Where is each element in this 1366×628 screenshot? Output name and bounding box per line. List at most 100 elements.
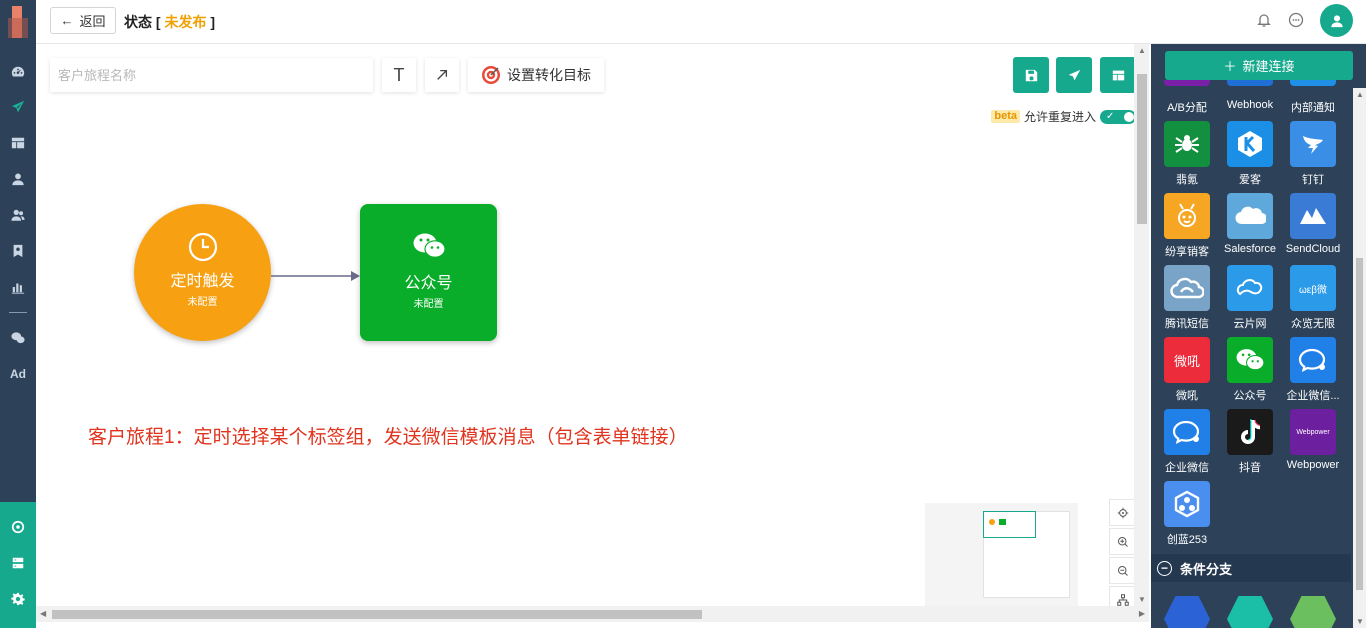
- internal-notice-tile[interactable]: [1290, 80, 1336, 86]
- tile-tencent-sms[interactable]: 腾讯短信: [1154, 265, 1220, 331]
- allow-reentry-toggle[interactable]: ✓: [1100, 109, 1136, 124]
- tile-aike-label: 爱客: [1239, 174, 1261, 186]
- tile-zhonglan[interactable]: ωεβ微 众览无限: [1280, 265, 1346, 331]
- save-icon: [1025, 69, 1037, 81]
- server-icon[interactable]: [0, 551, 36, 575]
- horizontal-scroll-thumb[interactable]: [52, 610, 702, 619]
- canvas-annotation[interactable]: 客户旅程1：定时选择某个标签组，发送微信模板消息（包含表单链接）: [88, 422, 688, 449]
- journey-send-icon[interactable]: [0, 95, 36, 119]
- zoom-in-button[interactable]: [1109, 528, 1136, 555]
- scroll-right-icon[interactable]: ▶: [1139, 609, 1145, 618]
- dashboard-icon[interactable]: [0, 60, 36, 84]
- new-connection-button[interactable]: ＋ 新建连接: [1165, 51, 1353, 80]
- crosshair-icon: [1117, 507, 1128, 518]
- back-button[interactable]: ← 返回: [50, 7, 116, 34]
- minimap[interactable]: [925, 503, 1078, 610]
- tile-aike[interactable]: 爱客: [1217, 121, 1283, 187]
- set-goal-button[interactable]: 设置转化目标: [468, 58, 604, 92]
- locate-button[interactable]: [1109, 499, 1136, 526]
- condition-search-tile[interactable]: [1227, 596, 1273, 628]
- users-group-icon[interactable]: [0, 203, 36, 227]
- condition-list-tile[interactable]: [1290, 596, 1336, 628]
- ab-split-tile[interactable]: [1164, 80, 1210, 86]
- chat-icon[interactable]: [1288, 12, 1304, 28]
- tile-feike-label: 翡氪: [1176, 174, 1198, 186]
- condition-branch-section[interactable]: − 条件分支: [1151, 554, 1351, 582]
- sendcloud-icon: [1300, 208, 1326, 224]
- tile-sendcloud[interactable]: SendCloud: [1280, 193, 1346, 255]
- tile-yunpian[interactable]: 云片网: [1217, 265, 1283, 331]
- panel-top-row: A/B分配 Webhook 内部通知: [1151, 80, 1366, 114]
- timer-trigger-status: 未配置: [187, 297, 218, 308]
- canvas-horizontal-scrollbar[interactable]: ◀ ▶: [36, 606, 1149, 622]
- gear-icon[interactable]: [0, 587, 36, 611]
- scroll-down-icon[interactable]: ▼: [1138, 595, 1146, 604]
- save-button[interactable]: [1013, 57, 1049, 93]
- arrow-tool-button[interactable]: [425, 58, 459, 92]
- spider-icon: [1175, 135, 1199, 153]
- node-connector-arrow[interactable]: [271, 271, 361, 281]
- timer-trigger-node[interactable]: 定时触发 未配置: [134, 204, 271, 341]
- panel-scroll-thumb[interactable]: [1356, 258, 1363, 590]
- arrow-left-icon: ←: [60, 13, 74, 28]
- condition-branch-label: 条件分支: [1180, 561, 1233, 577]
- publish-button[interactable]: [1056, 57, 1092, 93]
- panel-scroll-down-icon[interactable]: ▼: [1356, 617, 1364, 626]
- k-icon: [1238, 131, 1262, 157]
- internal-notice-label: 内部通知: [1291, 102, 1335, 114]
- allow-reentry-label: 允许重复进入: [1023, 110, 1096, 124]
- collapse-icon[interactable]: −: [1157, 560, 1172, 576]
- tile-webpower[interactable]: Webpower Webpower: [1280, 409, 1346, 471]
- scroll-up-icon[interactable]: ▲: [1138, 46, 1146, 55]
- condition-edit-tile[interactable]: [1164, 596, 1210, 628]
- journey-canvas[interactable]: T 设置转化目标 beta 允许重复进入 ✓ 定时触发 未配置 公众号 未配置 …: [36, 44, 1136, 613]
- vertical-scroll-thumb[interactable]: [1137, 74, 1147, 224]
- tile-chuanglan[interactable]: 创蓝253: [1154, 481, 1220, 547]
- avatar[interactable]: [1320, 4, 1353, 37]
- chuanglan-icon: [1174, 490, 1200, 518]
- layout-button[interactable]: [1100, 57, 1136, 93]
- tile-fxiaoke[interactable]: 纷享销客: [1154, 193, 1220, 259]
- wechat-icon: [413, 233, 446, 258]
- tile-feike[interactable]: 翡氪: [1154, 121, 1220, 187]
- canvas-vertical-scrollbar[interactable]: ▲ ▼: [1134, 44, 1149, 606]
- bell-icon[interactable]: [1256, 12, 1272, 28]
- tile-wecom-1[interactable]: 企业微信...: [1280, 337, 1346, 403]
- set-goal-label: 设置转化目标: [507, 67, 591, 83]
- ad-icon[interactable]: Ad: [0, 362, 36, 386]
- tile-salesforce[interactable]: Salesforce: [1217, 193, 1283, 255]
- tile-yunpian-label: 云片网: [1233, 318, 1267, 330]
- wechat-oa-node[interactable]: 公众号 未配置: [360, 204, 497, 341]
- top-bar: ← 返回 状态 [ 未发布 ]: [36, 0, 1366, 44]
- tile-dingtalk[interactable]: 钉钉: [1280, 121, 1346, 187]
- scroll-left-icon[interactable]: ◀: [40, 609, 46, 618]
- clock-icon: [188, 232, 217, 262]
- zoom-out-button[interactable]: [1109, 557, 1136, 584]
- tile-vhall[interactable]: 微吼 微吼: [1154, 337, 1220, 403]
- ab-split-label: A/B分配: [1167, 102, 1207, 114]
- bar-chart-icon[interactable]: [0, 275, 36, 299]
- timer-trigger-title: 定时触发: [170, 273, 235, 290]
- wechat-nav-icon[interactable]: [0, 326, 36, 350]
- bookmark-user-icon[interactable]: [0, 239, 36, 263]
- tile-wecom-2[interactable]: 企业微信: [1154, 409, 1220, 475]
- bee-icon: [1178, 203, 1196, 227]
- tile-douyin[interactable]: 抖音: [1217, 409, 1283, 475]
- wecom-icon: [1298, 348, 1326, 373]
- radar-icon[interactable]: [0, 515, 36, 539]
- user-icon[interactable]: [0, 167, 36, 191]
- journey-name-input[interactable]: [50, 58, 373, 92]
- dingtalk-icon: [1303, 136, 1323, 154]
- panel-scroll-up-icon[interactable]: ▲: [1356, 90, 1364, 99]
- panel-scrollbar[interactable]: ▲ ▼: [1353, 88, 1366, 628]
- layout-icon[interactable]: [0, 131, 36, 155]
- app-logo[interactable]: [8, 6, 28, 38]
- text-tool-button[interactable]: T: [382, 58, 416, 92]
- webhook-tile[interactable]: [1227, 80, 1273, 86]
- tile-wechat-oa[interactable]: 公众号: [1217, 337, 1283, 403]
- cloud-icon: [1235, 206, 1266, 225]
- tile-fxiaoke-label: 纷享销客: [1165, 246, 1209, 258]
- minimap-viewport[interactable]: [983, 511, 1036, 538]
- tile-wecom-2-label: 企业微信: [1165, 462, 1209, 474]
- tile-chuanglan-label: 创蓝253: [1166, 534, 1208, 546]
